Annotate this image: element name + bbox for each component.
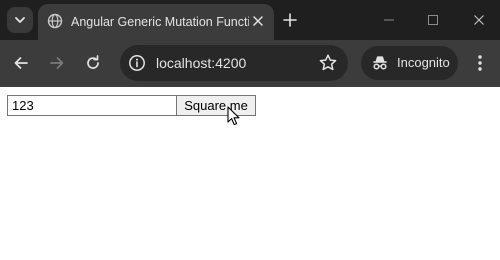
url-text: localhost:4200 [156, 55, 247, 71]
minimize-button[interactable] [379, 10, 399, 30]
info-icon [129, 55, 145, 71]
maximize-icon [428, 15, 438, 25]
plus-icon [283, 13, 297, 27]
new-tab-button[interactable] [280, 10, 300, 30]
tab-title: Angular Generic Mutation Function [71, 15, 249, 29]
page-content: Square me [0, 87, 500, 260]
incognito-indicator[interactable]: Incognito [361, 46, 458, 80]
arrow-left-icon [14, 57, 28, 69]
browser-window: Angular Generic Mutation Function localh… [0, 0, 500, 260]
tab-search-button[interactable] [7, 7, 33, 33]
forward-button[interactable] [46, 52, 68, 74]
star-icon[interactable] [318, 53, 338, 73]
browser-toolbar: localhost:4200 Incognito [0, 40, 500, 87]
active-tab[interactable]: Angular Generic Mutation Function [38, 4, 274, 40]
chevron-down-icon [15, 17, 25, 23]
tab-strip: Angular Generic Mutation Function [0, 0, 500, 40]
reload-icon [87, 55, 99, 69]
browser-menu-button[interactable] [472, 52, 488, 74]
back-button[interactable] [10, 52, 32, 74]
window-close-button[interactable] [469, 10, 489, 30]
more-vertical-icon [478, 55, 482, 71]
reload-button[interactable] [82, 52, 104, 74]
number-input[interactable] [7, 95, 177, 116]
address-bar[interactable]: localhost:4200 [120, 45, 348, 81]
arrow-right-icon [50, 57, 64, 69]
incognito-icon [373, 56, 387, 70]
maximize-button[interactable] [423, 10, 443, 30]
incognito-label: Incognito [397, 55, 450, 70]
mouse-pointer-icon [227, 106, 240, 126]
square-me-button[interactable]: Square me [176, 95, 256, 116]
close-icon [253, 16, 263, 26]
close-icon [474, 15, 484, 25]
globe-icon [47, 13, 63, 29]
tab-close-button[interactable] [249, 12, 267, 30]
minimize-icon [384, 19, 394, 21]
